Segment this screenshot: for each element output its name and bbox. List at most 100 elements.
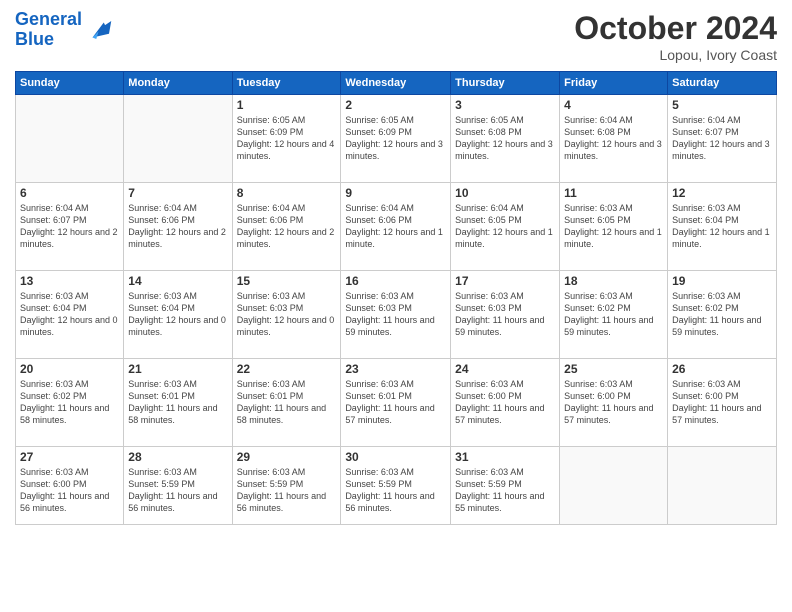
day-info: Sunrise: 6:03 AMSunset: 6:02 PMDaylight:… — [20, 378, 119, 427]
day-number: 16 — [345, 274, 446, 288]
day-number: 29 — [237, 450, 337, 464]
weekday-header: Wednesday — [341, 72, 451, 95]
calendar-day-cell: 29 Sunrise: 6:03 AMSunset: 5:59 PMDayligh… — [232, 447, 341, 525]
location: Lopou, Ivory Coast — [574, 47, 777, 63]
calendar-day-cell: 2Sunrise: 6:05 AMSunset: 6:09 PMDaylight… — [341, 95, 451, 183]
day-info: Sunrise: 6:04 AMSunset: 6:05 PMDaylight:… — [455, 202, 555, 251]
calendar-day-cell: 1Sunrise: 6:05 AMSunset: 6:09 PMDaylight… — [232, 95, 341, 183]
calendar-day-cell: 6Sunrise: 6:04 AMSunset: 6:07 PMDaylight… — [16, 183, 124, 271]
day-info: Sunrise: 6:05 AMSunset: 6:08 PMDaylight:… — [455, 114, 555, 163]
day-number: 18 — [564, 274, 663, 288]
day-info: Sunrise: 6:04 AMSunset: 6:08 PMDaylight:… — [564, 114, 663, 163]
day-info: Sunrise: 6:03 AMSunset: 6:00 PMDaylight:… — [672, 378, 772, 427]
calendar-day-cell: 8 Sunrise: 6:04 AMSunset: 6:06 PMDaylight… — [232, 183, 341, 271]
calendar-day-cell: 11 Sunrise: 6:03 AMSunset: 6:05 PMDayligh… — [560, 183, 668, 271]
title-section: October 2024 Lopou, Ivory Coast — [574, 10, 777, 63]
calendar-day-cell: 21 Sunrise: 6:03 AMSunset: 6:01 PMDayligh… — [124, 359, 232, 447]
calendar-week-row: 6Sunrise: 6:04 AMSunset: 6:07 PMDaylight… — [16, 183, 777, 271]
calendar-day-cell: 9 Sunrise: 6:04 AMSunset: 6:06 PMDaylight… — [341, 183, 451, 271]
day-info: Sunrise: 6:03 AMSunset: 6:02 PMDaylight:… — [564, 290, 663, 339]
calendar-day-cell: 5Sunrise: 6:04 AMSunset: 6:07 PMDaylight… — [668, 95, 777, 183]
day-number: 23 — [345, 362, 446, 376]
day-number: 8 — [237, 186, 337, 200]
calendar-day-cell — [668, 447, 777, 525]
calendar-table: SundayMondayTuesdayWednesdayThursdayFrid… — [15, 71, 777, 525]
day-info: Sunrise: 6:03 AMSunset: 6:03 PMDaylight:… — [455, 290, 555, 339]
calendar-day-cell: 14 Sunrise: 6:03 AMSunset: 6:04 PMDayligh… — [124, 271, 232, 359]
day-info: Sunrise: 6:03 AMSunset: 6:03 PMDaylight:… — [237, 290, 337, 339]
day-number: 9 — [345, 186, 446, 200]
day-number: 30 — [345, 450, 446, 464]
header: General Blue October 2024 Lopou, Ivory C… — [15, 10, 777, 63]
day-number: 24 — [455, 362, 555, 376]
calendar-day-cell — [16, 95, 124, 183]
day-number: 25 — [564, 362, 663, 376]
calendar-day-cell: 4Sunrise: 6:04 AMSunset: 6:08 PMDaylight… — [560, 95, 668, 183]
day-info: Sunrise: 6:03 AMSunset: 5:59 PMDaylight:… — [237, 466, 337, 515]
day-number: 10 — [455, 186, 555, 200]
calendar-week-row: 13 Sunrise: 6:03 AMSunset: 6:04 PMDayligh… — [16, 271, 777, 359]
calendar-day-cell: 24 Sunrise: 6:03 AMSunset: 6:00 PMDayligh… — [451, 359, 560, 447]
day-info: Sunrise: 6:03 AMSunset: 6:03 PMDaylight:… — [345, 290, 446, 339]
day-info: Sunrise: 6:05 AMSunset: 6:09 PMDaylight:… — [237, 114, 337, 163]
month-title: October 2024 — [574, 10, 777, 47]
day-info: Sunrise: 6:03 AMSunset: 6:01 PMDaylight:… — [128, 378, 227, 427]
weekday-header: Monday — [124, 72, 232, 95]
day-number: 13 — [20, 274, 119, 288]
calendar-day-cell: 27Sunrise: 6:03 AMSunset: 6:00 PMDayligh… — [16, 447, 124, 525]
day-number: 19 — [672, 274, 772, 288]
day-number: 17 — [455, 274, 555, 288]
calendar-day-cell: 31Sunrise: 6:03 AMSunset: 5:59 PMDayligh… — [451, 447, 560, 525]
calendar-day-cell: 25 Sunrise: 6:03 AMSunset: 6:00 PMDayligh… — [560, 359, 668, 447]
day-info: Sunrise: 6:03 AMSunset: 6:04 PMDaylight:… — [20, 290, 119, 339]
calendar-day-cell: 16 Sunrise: 6:03 AMSunset: 6:03 PMDayligh… — [341, 271, 451, 359]
day-info: Sunrise: 6:03 AMSunset: 6:01 PMDaylight:… — [237, 378, 337, 427]
calendar-day-cell: 3 Sunrise: 6:05 AMSunset: 6:08 PMDaylight… — [451, 95, 560, 183]
calendar-day-cell: 12Sunrise: 6:03 AMSunset: 6:04 PMDayligh… — [668, 183, 777, 271]
day-info: Sunrise: 6:04 AMSunset: 6:07 PMDaylight:… — [20, 202, 119, 251]
day-info: Sunrise: 6:03 AMSunset: 6:01 PMDaylight:… — [345, 378, 446, 427]
day-info: Sunrise: 6:04 AMSunset: 6:06 PMDaylight:… — [237, 202, 337, 251]
calendar-week-row: 27Sunrise: 6:03 AMSunset: 6:00 PMDayligh… — [16, 447, 777, 525]
weekday-header: Sunday — [16, 72, 124, 95]
day-info: Sunrise: 6:03 AMSunset: 6:05 PMDaylight:… — [564, 202, 663, 251]
day-number: 21 — [128, 362, 227, 376]
calendar-day-cell: 23 Sunrise: 6:03 AMSunset: 6:01 PMDayligh… — [341, 359, 451, 447]
day-info: Sunrise: 6:04 AMSunset: 6:06 PMDaylight:… — [128, 202, 227, 251]
weekday-header: Friday — [560, 72, 668, 95]
calendar-day-cell: 13 Sunrise: 6:03 AMSunset: 6:04 PMDayligh… — [16, 271, 124, 359]
day-info: Sunrise: 6:03 AMSunset: 6:00 PMDaylight:… — [564, 378, 663, 427]
logo-bird-icon — [85, 15, 115, 45]
calendar-day-cell: 10 Sunrise: 6:04 AMSunset: 6:05 PMDayligh… — [451, 183, 560, 271]
weekday-header-row: SundayMondayTuesdayWednesdayThursdayFrid… — [16, 72, 777, 95]
day-info: Sunrise: 6:04 AMSunset: 6:06 PMDaylight:… — [345, 202, 446, 251]
day-number: 26 — [672, 362, 772, 376]
logo: General Blue — [15, 10, 115, 50]
day-info: Sunrise: 6:03 AMSunset: 5:59 PMDaylight:… — [345, 466, 446, 515]
day-number: 27 — [20, 450, 119, 464]
calendar-week-row: 20Sunrise: 6:03 AMSunset: 6:02 PMDayligh… — [16, 359, 777, 447]
day-info: Sunrise: 6:03 AMSunset: 6:00 PMDaylight:… — [455, 378, 555, 427]
calendar-week-row: 1Sunrise: 6:05 AMSunset: 6:09 PMDaylight… — [16, 95, 777, 183]
day-info: Sunrise: 6:03 AMSunset: 6:04 PMDaylight:… — [672, 202, 772, 251]
day-number: 31 — [455, 450, 555, 464]
calendar-day-cell: 26 Sunrise: 6:03 AMSunset: 6:00 PMDayligh… — [668, 359, 777, 447]
calendar-day-cell: 28Sunrise: 6:03 AMSunset: 5:59 PMDayligh… — [124, 447, 232, 525]
day-number: 14 — [128, 274, 227, 288]
day-number: 3 — [455, 98, 555, 112]
calendar-day-cell: 20Sunrise: 6:03 AMSunset: 6:02 PMDayligh… — [16, 359, 124, 447]
calendar-day-cell — [560, 447, 668, 525]
day-number: 22 — [237, 362, 337, 376]
weekday-header: Thursday — [451, 72, 560, 95]
calendar-day-cell: 19Sunrise: 6:03 AMSunset: 6:02 PMDayligh… — [668, 271, 777, 359]
logo-text: General — [15, 10, 82, 30]
calendar-day-cell: 7Sunrise: 6:04 AMSunset: 6:06 PMDaylight… — [124, 183, 232, 271]
day-number: 11 — [564, 186, 663, 200]
day-info: Sunrise: 6:04 AMSunset: 6:07 PMDaylight:… — [672, 114, 772, 163]
weekday-header: Saturday — [668, 72, 777, 95]
calendar-day-cell: 15Sunrise: 6:03 AMSunset: 6:03 PMDayligh… — [232, 271, 341, 359]
calendar-day-cell: 17 Sunrise: 6:03 AMSunset: 6:03 PMDayligh… — [451, 271, 560, 359]
calendar-day-cell — [124, 95, 232, 183]
day-info: Sunrise: 6:03 AMSunset: 6:04 PMDaylight:… — [128, 290, 227, 339]
day-info: Sunrise: 6:05 AMSunset: 6:09 PMDaylight:… — [345, 114, 446, 163]
